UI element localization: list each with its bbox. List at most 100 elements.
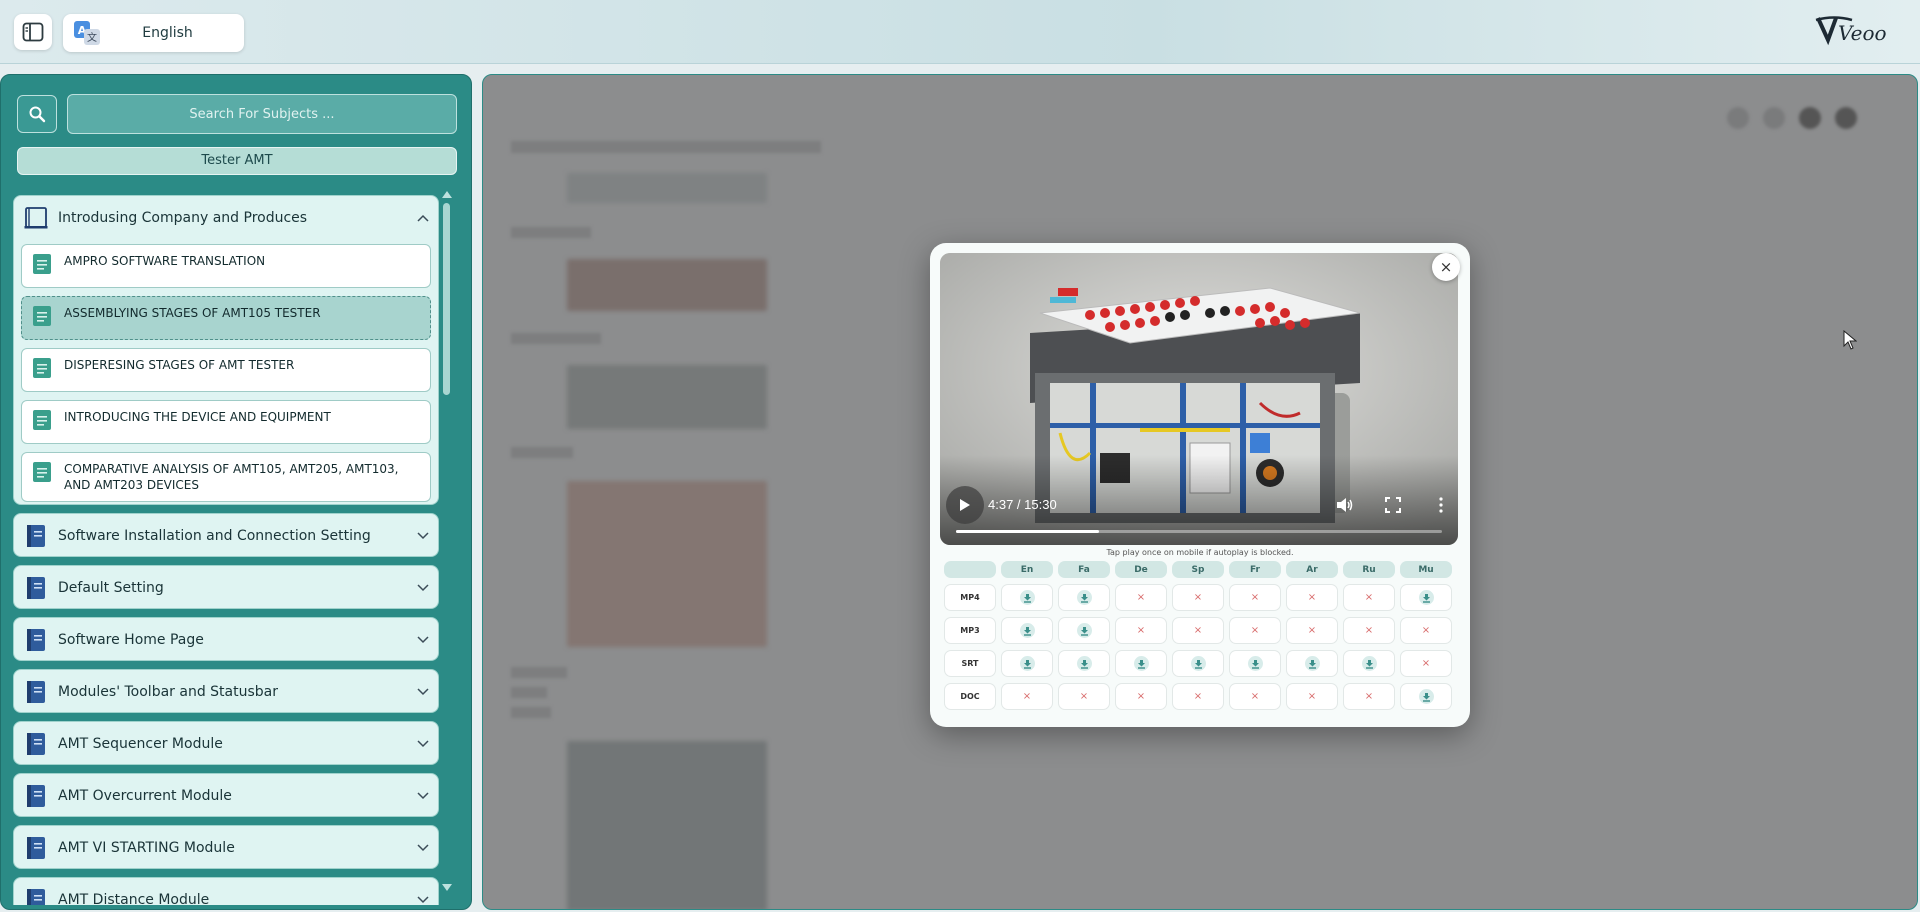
book-icon [27,577,45,599]
chevron-down-icon[interactable] [408,688,438,696]
language-label: English [142,25,193,41]
close-button[interactable]: × [1432,253,1460,281]
download-srt-de[interactable] [1115,650,1167,677]
volume-button[interactable] [1330,491,1360,519]
header-corner-cell [944,561,996,578]
search-button[interactable] [17,95,57,133]
lesson-item[interactable]: INTRODUCING THE DEVICE AND EQUIPMENT [21,400,431,444]
blurred-text [511,227,591,238]
download-srt-fa[interactable] [1058,650,1110,677]
blurred-text [511,667,567,678]
language-header-fa: Fa [1058,561,1110,578]
download-srt-en[interactable] [1001,650,1053,677]
veoo-logo[interactable]: Veoo [1814,12,1894,48]
section-amt-sequencer[interactable]: AMT Sequencer Module [13,721,439,765]
content-toolbar-blurred [1727,107,1857,129]
scroll-down-arrow-icon[interactable] [442,884,452,891]
blurred-text [511,333,601,344]
unavailable-x-icon: × [1136,691,1146,702]
chevron-down-icon[interactable] [408,740,438,748]
video-player[interactable]: 4:37 / 15:30 [940,253,1458,545]
book-icon [27,785,45,807]
chevron-down-icon[interactable] [408,532,438,540]
logo-text: Veoo [1838,21,1887,45]
scrollbar-thumb[interactable] [443,203,450,395]
sidebar-toggle-button[interactable] [14,14,52,50]
play-icon [960,499,970,511]
lesson-item-active[interactable]: ASSEMBLYING STAGES OF AMT105 TESTER [21,296,431,340]
unavailable-x-icon: × [1136,592,1146,603]
section-amt-overcurrent[interactable]: AMT Overcurrent Module [13,773,439,817]
unavailable-cell: × [1229,617,1281,644]
chevron-down-icon[interactable] [408,584,438,592]
lesson-item[interactable]: COMPARATIVE ANALYSIS OF AMT105, AMT205, … [21,452,431,502]
lesson-tree: Introdusing Company and Produces AMPRO S… [13,195,439,905]
sidebar-scrollbar[interactable] [441,191,453,891]
search-input[interactable] [67,94,457,134]
unavailable-x-icon: × [1193,625,1203,636]
download-mp3-en[interactable] [1001,617,1053,644]
lesson-item[interactable]: AMPRO SOFTWARE TRANSLATION [21,244,431,288]
unavailable-x-icon: × [1364,625,1374,636]
download-mp3-fa[interactable] [1058,617,1110,644]
download-mp4-en[interactable] [1001,584,1053,611]
subjects-sidebar: Tester AMT Introdusing Company and Produ… [0,74,472,910]
language-header-mu: Mu [1400,561,1452,578]
download-icon [1076,590,1092,605]
more-vertical-icon [1439,497,1443,513]
unavailable-cell: × [1115,683,1167,710]
format-label: SRT [944,650,996,677]
section-software-installation[interactable]: Software Installation and Connection Set… [13,513,439,557]
download-srt-ru[interactable] [1343,650,1395,677]
section-amt-vi-starting[interactable]: AMT VI STARTING Module [13,825,439,869]
chevron-down-icon[interactable] [408,636,438,644]
blurred-text [511,141,821,153]
section-default-setting[interactable]: Default Setting [13,565,439,609]
download-mp4-fa[interactable] [1058,584,1110,611]
chevron-down-icon[interactable] [408,844,438,852]
download-icon [1247,656,1263,671]
section-title: Introdusing Company and Produces [58,210,308,226]
language-header-sp: Sp [1172,561,1224,578]
video-progress-bar[interactable] [956,530,1442,533]
language-selector[interactable]: A 文 English [63,14,244,52]
format-label: MP4 [944,584,996,611]
unavailable-x-icon: × [1193,592,1203,603]
more-options-button[interactable] [1426,491,1456,519]
document-icon [33,306,51,326]
lesson-item[interactable]: DISPERESING STAGES OF AMT TESTER [21,348,431,392]
document-icon [33,410,51,430]
book-icon [27,629,45,651]
autoplay-hint: Tap play once on mobile if autoplay is b… [1106,548,1294,557]
section-modules-toolbar[interactable]: Modules' Toolbar and Statusbar [13,669,439,713]
subject-selector[interactable]: Tester AMT [17,147,457,175]
unavailable-cell: × [1286,683,1338,710]
unavailable-x-icon: × [1136,625,1146,636]
format-row-srt: SRT × [944,650,1457,677]
chevron-down-icon[interactable] [408,896,438,904]
download-doc-mu[interactable] [1400,683,1452,710]
book-icon [27,681,45,703]
blurred-image [567,365,767,429]
download-mp4-mu[interactable] [1400,584,1452,611]
section-amt-distance[interactable]: AMT Distance Module [13,877,439,905]
format-row-doc: DOC × × × × × × × [944,683,1457,710]
document-icon [33,254,51,274]
section-header[interactable]: Introdusing Company and Produces [14,196,438,240]
download-srt-ar[interactable] [1286,650,1338,677]
chevron-up-icon[interactable] [408,214,438,222]
scroll-up-arrow-icon[interactable] [442,191,452,198]
unavailable-cell: × [1172,683,1224,710]
download-srt-fr[interactable] [1229,650,1281,677]
fullscreen-button[interactable] [1378,491,1408,519]
download-srt-sp[interactable] [1172,650,1224,677]
sidebar-toggle-icon [22,22,44,42]
unavailable-x-icon: × [1421,658,1431,669]
format-row-mp4: MP4 × × × × × [944,584,1457,611]
section-software-home-page[interactable]: Software Home Page [13,617,439,661]
chevron-down-icon[interactable] [408,792,438,800]
download-icon [1019,623,1035,638]
unavailable-x-icon: × [1250,691,1260,702]
unavailable-x-icon: × [1079,691,1089,702]
play-button[interactable] [946,486,984,524]
